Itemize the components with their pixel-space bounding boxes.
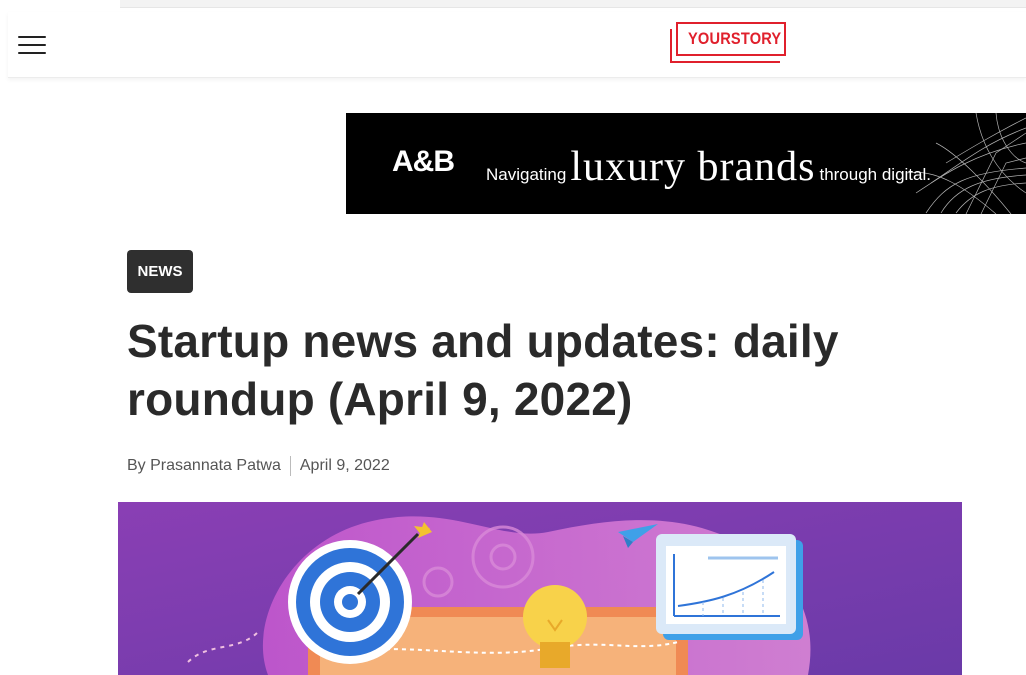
article-byline: By Prasannata Patwa April 9, 2022 — [127, 456, 390, 476]
category-badge[interactable]: NEWS — [127, 250, 193, 293]
author-name[interactable]: By Prasannata Patwa — [127, 457, 281, 475]
hamburger-menu-icon[interactable] — [18, 34, 48, 56]
hero-image[interactable] — [118, 502, 962, 675]
publish-date: April 9, 2022 — [299, 457, 390, 474]
ad-tagline-prefix: Navigating — [486, 165, 567, 184]
byline-divider — [289, 456, 291, 476]
ad-tagline: Navigatingluxury brands through digital. — [486, 143, 931, 191]
logo-text: YOURSTORY — [688, 29, 782, 48]
site-header: YOURSTORY — [8, 12, 1026, 78]
ad-brand-logo: A&B — [392, 145, 455, 178]
article-title: Startup news and updates: daily roundup … — [127, 315, 839, 425]
ad-banner[interactable]: A&B Navigatingluxury brands through digit… — [346, 113, 1026, 214]
hero-illustration — [118, 502, 962, 675]
ad-decorative-pattern — [905, 113, 1026, 214]
page: YOURSTORY A&B Navigatingluxury brands thr… — [0, 0, 1026, 675]
yourstory-logo[interactable]: YOURSTORY — [670, 20, 788, 66]
top-strip — [120, 0, 1026, 8]
ad-tagline-highlight: luxury brands — [570, 144, 816, 190]
